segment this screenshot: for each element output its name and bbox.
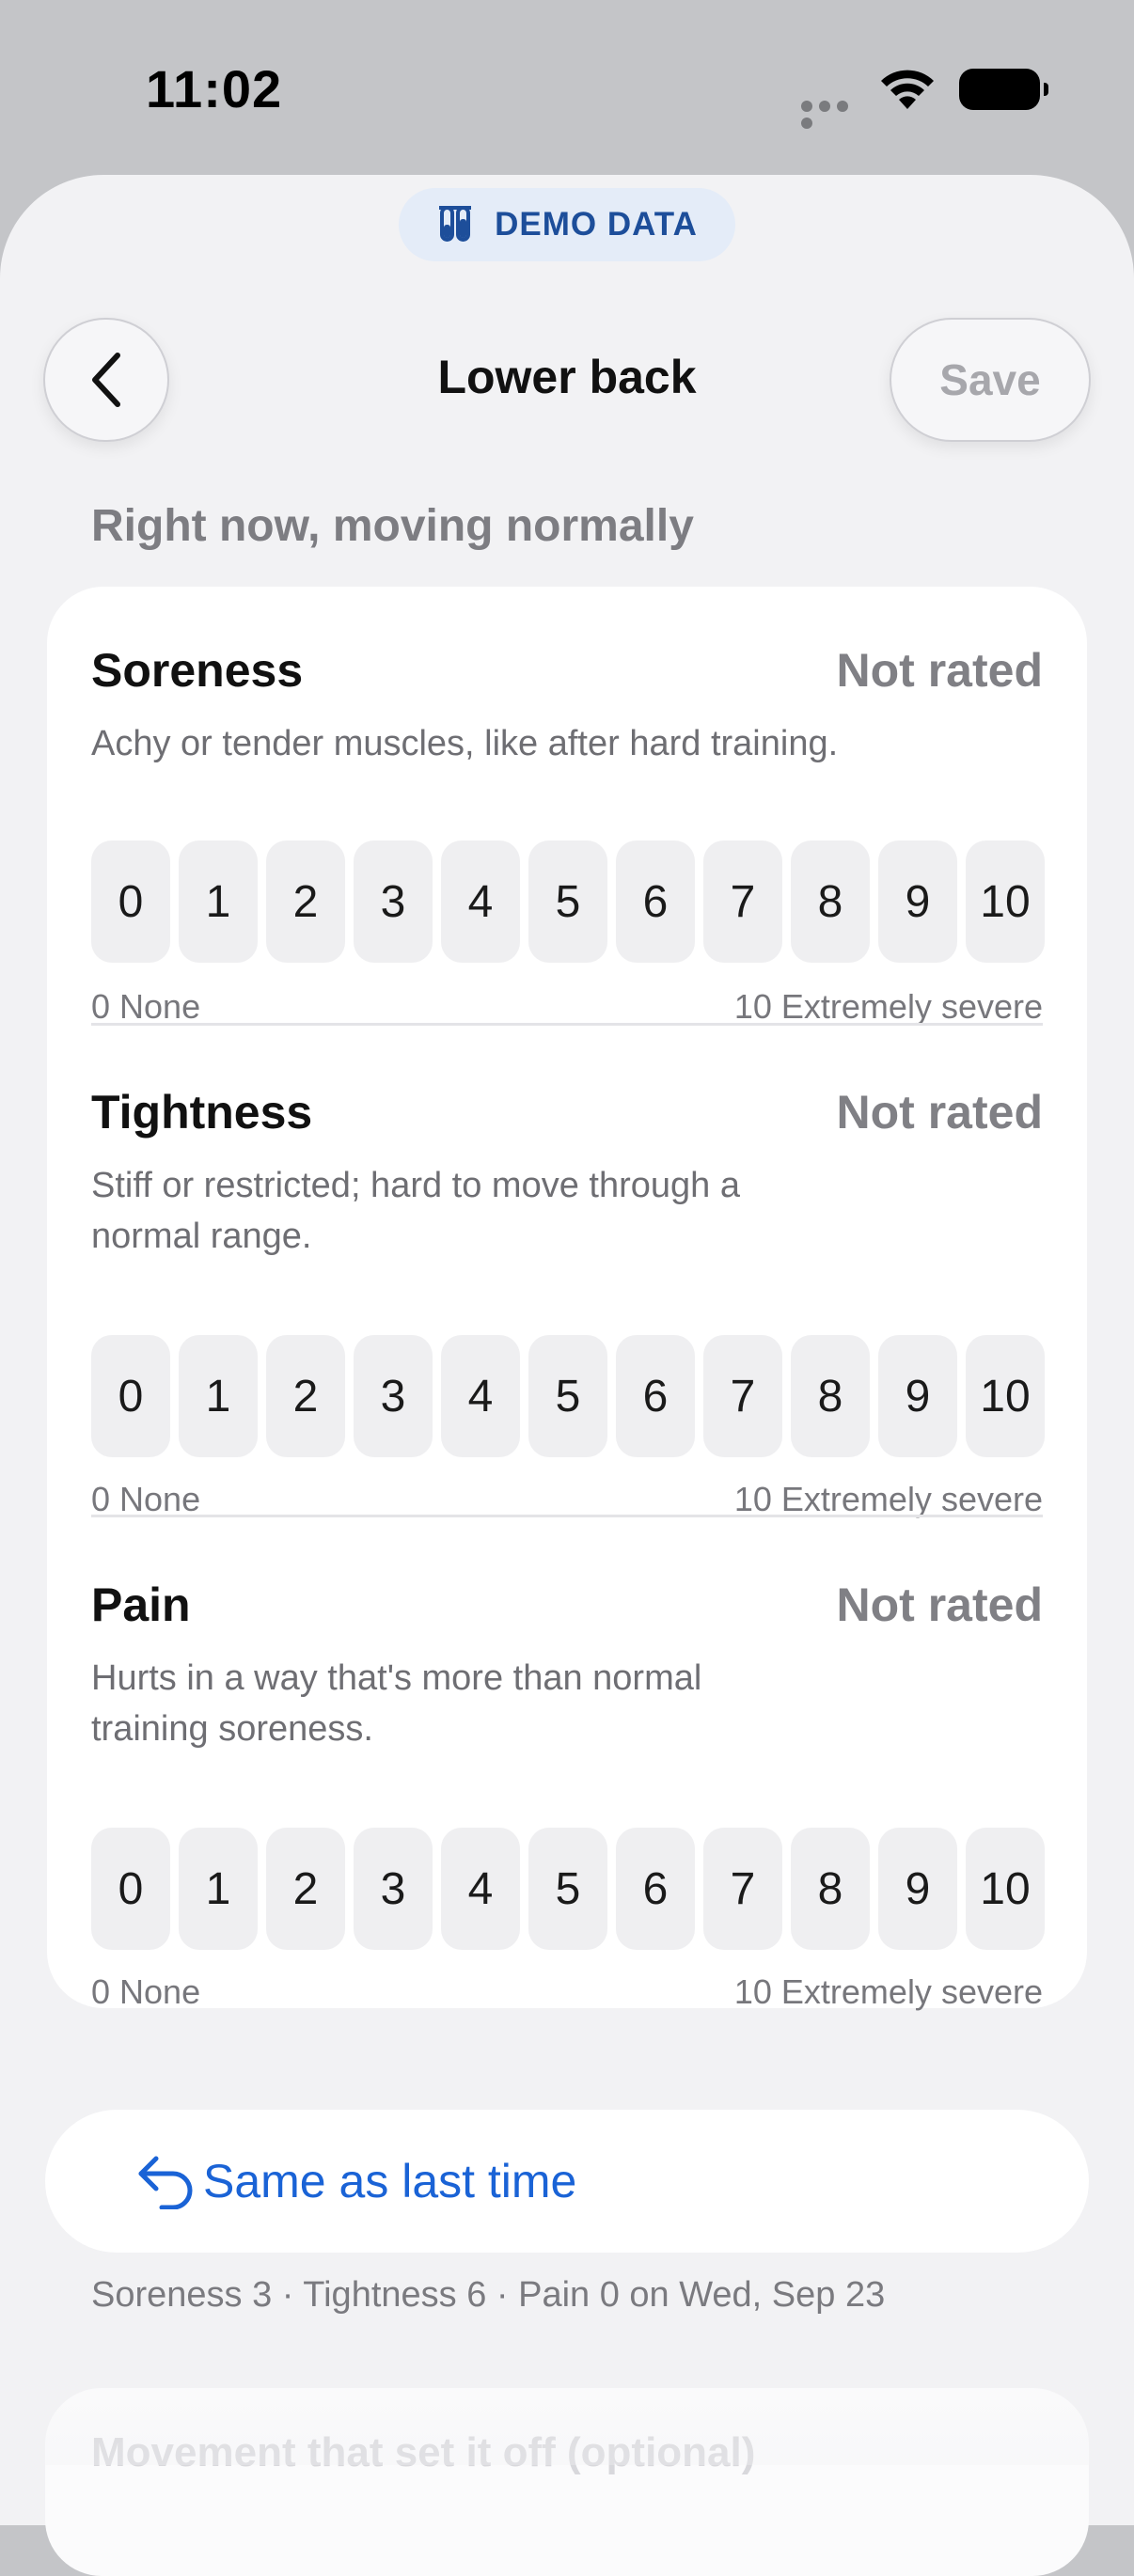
last-entry-summary: Soreness 3 · Tightness 6 · Pain 0 on Wed… bbox=[91, 2275, 886, 2315]
rating-option-6[interactable]: 6 bbox=[616, 840, 695, 963]
rating-name: Tightness bbox=[91, 1086, 313, 1139]
divider bbox=[91, 1515, 1043, 1517]
rating-option-4[interactable]: 4 bbox=[441, 1335, 520, 1457]
test-tubes-icon bbox=[439, 206, 472, 242]
rating-option-7[interactable]: 7 bbox=[703, 1335, 782, 1457]
undo-arrow-icon bbox=[138, 2156, 193, 2209]
rating-option-0[interactable]: 0 bbox=[91, 840, 170, 963]
rating-option-2[interactable]: 2 bbox=[266, 840, 345, 963]
rating-option-9[interactable]: 9 bbox=[878, 840, 957, 963]
same-as-last-time-button[interactable]: Same as last time bbox=[45, 2110, 1089, 2253]
rating-option-5[interactable]: 5 bbox=[528, 1335, 607, 1457]
rating-item-soreness: Soreness Not rated Achy or tender muscle… bbox=[91, 643, 1045, 1026]
rating-option-1[interactable]: 1 bbox=[179, 1828, 258, 1950]
rating-option-1[interactable]: 1 bbox=[179, 840, 258, 963]
scale-max-label: 10 Extremely severe bbox=[733, 1480, 1043, 1518]
rating-option-5[interactable]: 5 bbox=[528, 840, 607, 963]
section-title: Right now, moving normally bbox=[91, 501, 694, 551]
rating-option-10[interactable]: 10 bbox=[966, 840, 1045, 963]
rating-status: Not rated bbox=[836, 1086, 1043, 1139]
status-bar: 11:02 bbox=[0, 0, 1134, 179]
rating-option-8[interactable]: 8 bbox=[791, 840, 870, 963]
rating-description: Achy or tender muscles, like after hard … bbox=[91, 724, 839, 763]
rating-option-6[interactable]: 6 bbox=[616, 1335, 695, 1457]
rating-option-1[interactable]: 1 bbox=[179, 1335, 258, 1457]
rating-option-9[interactable]: 9 bbox=[878, 1335, 957, 1457]
rating-scale: 0 1 2 3 4 5 6 7 8 9 10 bbox=[91, 1828, 1045, 1950]
rating-option-8[interactable]: 8 bbox=[791, 1828, 870, 1950]
scale-max-label: 10 Extremely severe bbox=[733, 987, 1043, 1026]
scale-max-label: 10 Extremely severe bbox=[733, 1972, 1043, 2011]
rating-scale: 0 1 2 3 4 5 6 7 8 9 10 bbox=[91, 840, 1045, 963]
rating-option-10[interactable]: 10 bbox=[966, 1828, 1045, 1950]
rating-option-7[interactable]: 7 bbox=[703, 840, 782, 963]
scale-min-label: 0 None bbox=[91, 987, 201, 1026]
battery-icon bbox=[959, 69, 1048, 110]
scroll-fade bbox=[0, 2350, 1134, 2465]
rating-option-2[interactable]: 2 bbox=[266, 1828, 345, 1950]
rating-option-3[interactable]: 3 bbox=[354, 1335, 433, 1457]
rating-option-4[interactable]: 4 bbox=[441, 1828, 520, 1950]
rating-option-0[interactable]: 0 bbox=[91, 1335, 170, 1457]
same-as-last-time-label: Same as last time bbox=[203, 2155, 577, 2207]
rating-name: Soreness bbox=[91, 644, 304, 697]
rating-option-8[interactable]: 8 bbox=[791, 1335, 870, 1457]
rating-option-5[interactable]: 5 bbox=[528, 1828, 607, 1950]
divider bbox=[91, 1023, 1043, 1026]
rating-status: Not rated bbox=[836, 644, 1043, 697]
wifi-icon bbox=[881, 70, 934, 109]
ratings-card: Soreness Not rated Achy or tender muscle… bbox=[47, 587, 1087, 2011]
cellular-signal-icon bbox=[801, 100, 869, 129]
rating-option-6[interactable]: 6 bbox=[616, 1828, 695, 1950]
rating-option-3[interactable]: 3 bbox=[354, 1828, 433, 1950]
save-button[interactable]: Save bbox=[890, 318, 1091, 442]
rating-option-7[interactable]: 7 bbox=[703, 1828, 782, 1950]
scale-min-label: 0 None bbox=[91, 1480, 201, 1518]
rating-name: Pain bbox=[91, 1579, 191, 1631]
rating-item-pain: Pain Not rated Hurts in a way that's mor… bbox=[91, 1578, 1045, 2011]
rating-option-3[interactable]: 3 bbox=[354, 840, 433, 963]
rating-status: Not rated bbox=[836, 1579, 1043, 1631]
demo-data-badge: DEMO DATA bbox=[399, 188, 735, 261]
rating-scale: 0 1 2 3 4 5 6 7 8 9 10 bbox=[91, 1335, 1045, 1457]
demo-data-label: DEMO DATA bbox=[495, 206, 698, 243]
status-time: 11:02 bbox=[146, 59, 283, 118]
rating-option-4[interactable]: 4 bbox=[441, 840, 520, 963]
rating-description: Stiff or restricted; hard to move throug… bbox=[91, 1166, 740, 1256]
scale-min-label: 0 None bbox=[91, 1972, 201, 2011]
rating-option-2[interactable]: 2 bbox=[266, 1335, 345, 1457]
rating-description: Hurts in a way that's more than normal t… bbox=[91, 1658, 702, 1749]
rating-option-0[interactable]: 0 bbox=[91, 1828, 170, 1950]
rating-option-10[interactable]: 10 bbox=[966, 1335, 1045, 1457]
rating-item-tightness: Tightness Not rated Stiff or restricted;… bbox=[91, 1085, 1045, 1518]
rating-option-9[interactable]: 9 bbox=[878, 1828, 957, 1950]
